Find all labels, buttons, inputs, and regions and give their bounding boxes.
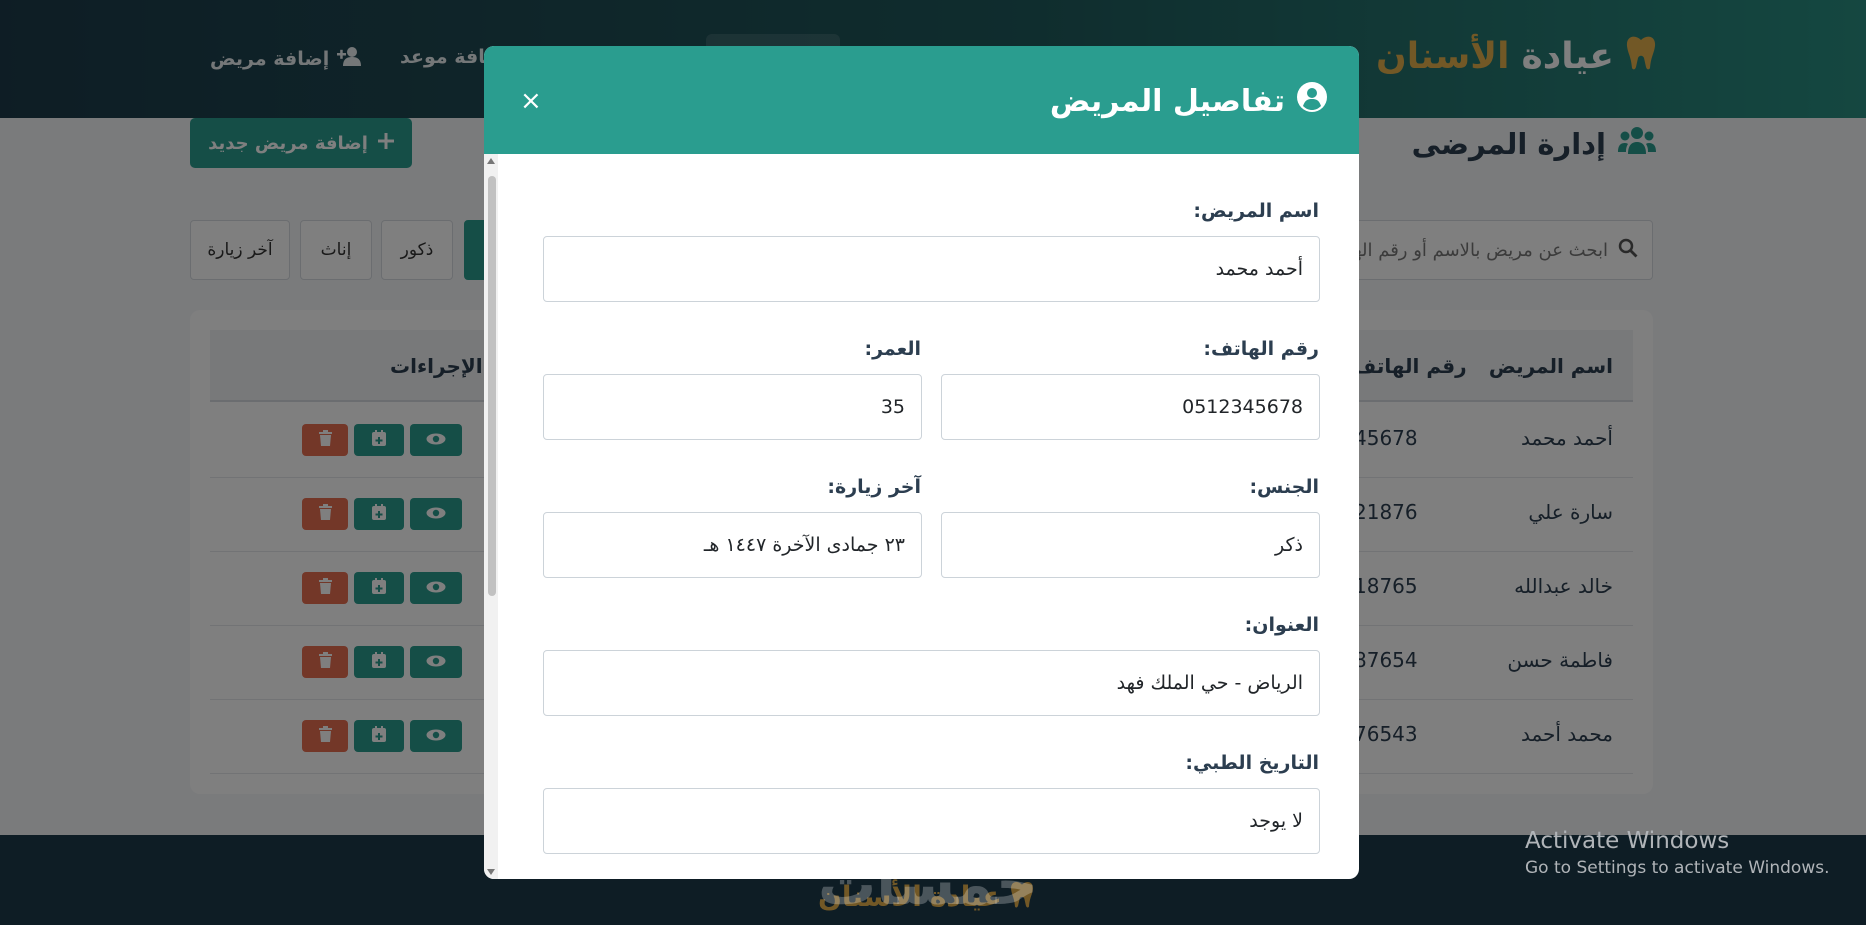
activate-subtitle: Go to Settings to activate Windows.: [1525, 858, 1830, 878]
phone-label: رقم الهاتف:: [1203, 338, 1319, 360]
last-visit-label: آخر زيارة:: [827, 476, 921, 498]
medical-history-value: لا يوجد: [1249, 810, 1303, 832]
modal-header: تفاصيل المريض ×: [484, 46, 1359, 154]
phone-field[interactable]: 0512345678: [941, 374, 1320, 440]
medical-history-label: التاريخ الطبي:: [1185, 752, 1319, 774]
last-visit-field[interactable]: ٢٣ جمادى الآخرة ١٤٤٧ هـ: [543, 512, 922, 578]
last-visit-value: ٢٣ جمادى الآخرة ١٤٤٧ هـ: [703, 534, 905, 556]
age-value: 35: [880, 396, 905, 418]
windows-activation-notice: Activate Windows Go to Settings to activ…: [1525, 828, 1830, 878]
medical-history-field[interactable]: لا يوجد: [543, 788, 1320, 854]
address-field[interactable]: الرياض - حي الملك فهد: [543, 650, 1320, 716]
patient-name-value: أحمد محمد: [1215, 258, 1303, 280]
activate-title: Activate Windows: [1525, 828, 1730, 854]
scroll-thumb[interactable]: [488, 176, 496, 596]
phone-value: 0512345678: [1182, 396, 1303, 418]
patient-name-field[interactable]: أحمد محمد: [543, 236, 1320, 302]
gender-value: ذكر: [1275, 534, 1303, 556]
age-label: العمر:: [864, 338, 921, 360]
gender-field[interactable]: ذكر: [941, 512, 1320, 578]
close-button[interactable]: ×: [520, 88, 542, 114]
modal-title-text: تفاصيل المريض: [1049, 83, 1285, 119]
modal-scrollbar[interactable]: [484, 154, 498, 879]
scroll-down-arrow-icon[interactable]: [487, 869, 495, 875]
age-field[interactable]: 35: [543, 374, 922, 440]
patient-name-label: اسم المريض:: [1193, 200, 1319, 222]
patient-details-modal: تفاصيل المريض × اسم المريض: أحمد محمد رق…: [484, 46, 1359, 879]
address-value: الرياض - حي الملك فهد: [1116, 672, 1303, 694]
address-label: العنوان:: [1244, 614, 1319, 636]
scroll-up-arrow-icon[interactable]: [487, 158, 495, 164]
gender-label: الجنس:: [1249, 476, 1319, 498]
modal-body: اسم المريض: أحمد محمد رقم الهاتف: 051234…: [484, 154, 1359, 879]
modal-title: تفاصيل المريض: [1050, 82, 1327, 120]
user-circle-icon: [1297, 82, 1327, 120]
